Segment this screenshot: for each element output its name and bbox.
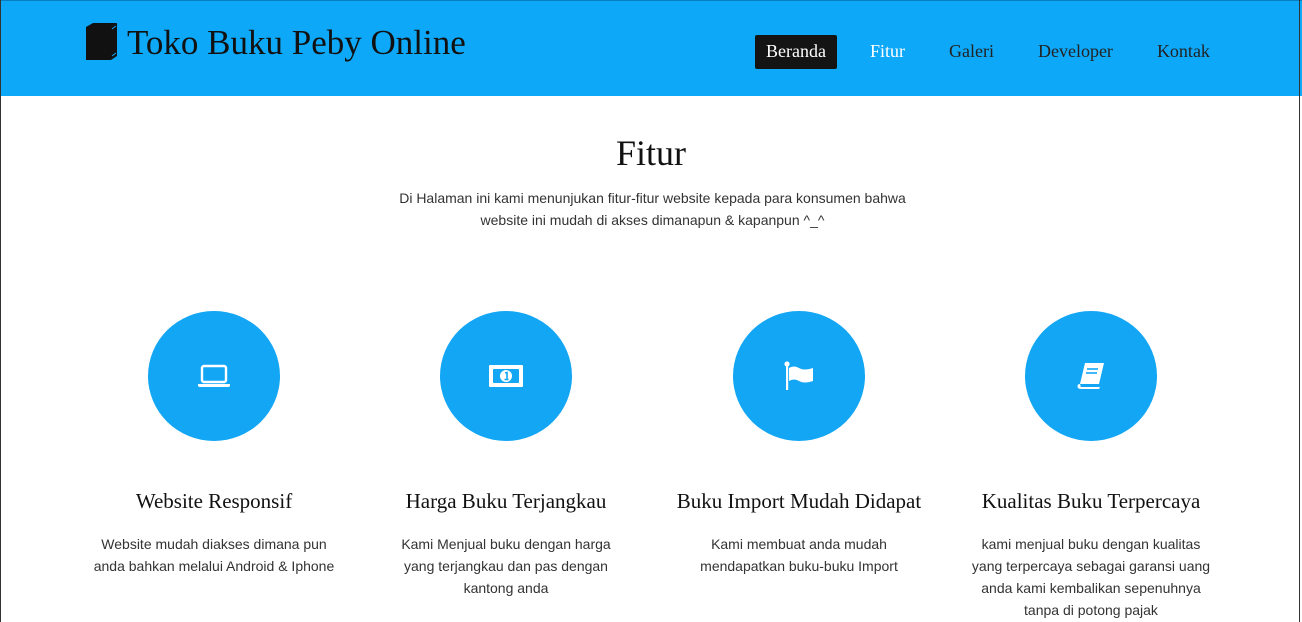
feature-icon-circle [148, 311, 280, 441]
feature-icon-circle [1025, 311, 1157, 441]
feature-icon-circle [440, 311, 572, 441]
feature-harga-buku: Harga Buku Terjangkau Kami Menjual buku … [376, 311, 636, 596]
feature-text: Kami membuat anda mudah mendapatkan buku… [700, 536, 898, 574]
brand-title: Toko Buku Peby Online [127, 22, 466, 62]
feature-title: Kualitas Buku Terpercaya [981, 489, 1201, 513]
brand-link[interactable]: Toko Buku Peby Online [85, 23, 466, 61]
feature-text: Website mudah diakses dimana pun anda ba… [93, 536, 335, 574]
flag-icon [783, 361, 815, 391]
navbar: Toko Buku Peby Online Beranda Fitur Gale… [0, 0, 1302, 96]
feature-kualitas-buku: Kualitas Buku Terpercaya kami menjual bu… [961, 311, 1221, 618]
main-nav: Beranda Fitur Galeri Developer Kontak [755, 35, 1221, 69]
feature-text: kami menjual buku dengan kualitas yang t… [971, 536, 1211, 618]
feature-title: Buku Import Mudah Didapat [676, 489, 922, 513]
money-icon [488, 363, 524, 389]
feature-buku-import: Buku Import Mudah Didapat Kami membuat a… [669, 311, 929, 574]
nav-fitur[interactable]: Fitur [859, 35, 916, 69]
laptop-icon [197, 364, 231, 388]
feature-title: Website Responsif [135, 489, 293, 513]
book-icon [1076, 362, 1106, 390]
nav-kontak[interactable]: Kontak [1146, 35, 1221, 69]
nav-galeri[interactable]: Galeri [938, 35, 1005, 69]
feature-title: Harga Buku Terjangkau [405, 489, 607, 513]
feature-icon-circle [733, 311, 865, 441]
feature-website-responsif: Website Responsif Website mudah diakses … [84, 311, 344, 574]
nav-developer[interactable]: Developer [1027, 35, 1124, 69]
book-icon [85, 23, 119, 61]
section-description: Di Halaman ini kami menunjukan fitur-fit… [399, 190, 906, 228]
feature-text: Kami Menjual buku dengan harga yang terj… [401, 536, 611, 596]
section-title: Fitur [615, 133, 686, 173]
nav-beranda[interactable]: Beranda [755, 35, 837, 69]
